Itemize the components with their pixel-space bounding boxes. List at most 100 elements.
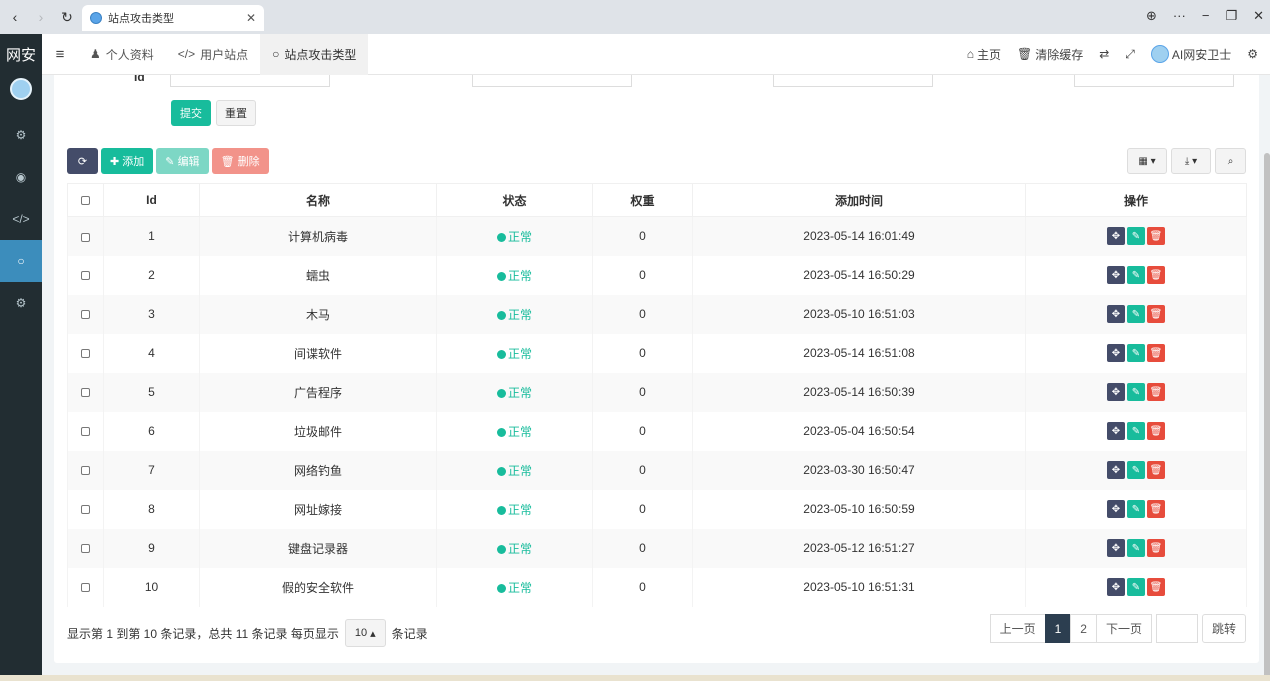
refresh-button[interactable]: ⟳ xyxy=(67,148,98,174)
clear-cache-link[interactable]: 🗑 清除缓存 xyxy=(1017,46,1083,63)
sidebar-item-sites[interactable]: </> xyxy=(0,198,42,240)
restore-icon[interactable]: ❐ xyxy=(1225,8,1237,24)
drag-button[interactable]: ✥ xyxy=(1107,500,1125,518)
row-checkbox[interactable] xyxy=(81,388,90,398)
browser-tab[interactable]: 站点攻击类型 ✕ xyxy=(82,5,264,31)
minimize-icon[interactable]: − xyxy=(1202,8,1210,24)
row-edit-button[interactable]: ✎ xyxy=(1127,344,1145,362)
row-edit-button[interactable]: ✎ xyxy=(1127,500,1145,518)
search-toggle-button[interactable]: ⌕ xyxy=(1215,148,1246,174)
close-window-icon[interactable]: ✕ xyxy=(1253,8,1264,24)
id-input[interactable] xyxy=(170,75,330,87)
table-row[interactable]: 3 木马 正常 0 2023-05-10 16:51:03 ✥ ✎ 🗑 xyxy=(67,294,1247,334)
row-delete-button[interactable]: 🗑 xyxy=(1147,422,1165,440)
home-link[interactable]: ⌂ 主页 xyxy=(967,46,1001,63)
menu-toggle-icon[interactable]: ≡ xyxy=(42,46,78,63)
prev-page-button[interactable]: 上一页 xyxy=(989,614,1046,643)
sidebar-item-profile[interactable]: ◉ xyxy=(0,156,42,198)
drag-button[interactable]: ✥ xyxy=(1107,227,1125,246)
tab-sites[interactable]: </> 用户站点 xyxy=(166,34,260,75)
translate-button[interactable]: ⇄ xyxy=(1099,47,1109,61)
row-checkbox[interactable] xyxy=(81,466,90,476)
row-checkbox[interactable] xyxy=(81,583,90,593)
edit-button[interactable]: ✎ 编辑 xyxy=(156,148,209,174)
export-button[interactable]: ⤓ ▾ xyxy=(1171,148,1211,174)
scrollbar[interactable] xyxy=(1264,153,1270,681)
row-checkbox[interactable] xyxy=(81,427,90,437)
row-edit-button[interactable]: ✎ xyxy=(1127,305,1145,323)
drag-button[interactable]: ✥ xyxy=(1107,344,1125,362)
column-header-name[interactable]: 名称 xyxy=(199,183,437,217)
column-header-status[interactable]: 状态 xyxy=(436,183,593,217)
back-icon[interactable]: ‹ xyxy=(4,6,26,28)
row-delete-button[interactable]: 🗑 xyxy=(1147,500,1165,518)
table-row[interactable]: 1 计算机病毒 正常 0 2023-05-14 16:01:49 ✥ ✎ 🗑 xyxy=(67,216,1247,256)
row-checkbox[interactable] xyxy=(81,232,90,242)
add-button[interactable]: ✚ 添加 xyxy=(101,148,154,174)
table-row[interactable]: 7 网络钓鱼 正常 0 2023-03-30 16:50:47 ✥ ✎ 🗑 xyxy=(67,450,1247,490)
table-row[interactable]: 2 蠕虫 正常 0 2023-05-14 16:50:29 ✥ ✎ 🗑 xyxy=(67,255,1247,295)
column-header-time[interactable]: 添加时间 xyxy=(692,183,1026,217)
row-delete-button[interactable]: 🗑 xyxy=(1147,539,1165,557)
page-jump-input[interactable] xyxy=(1155,614,1198,643)
drag-button[interactable]: ✥ xyxy=(1107,266,1125,284)
table-row[interactable]: 4 间谍软件 正常 0 2023-05-14 16:51:08 ✥ ✎ 🗑 xyxy=(67,333,1247,373)
drag-button[interactable]: ✥ xyxy=(1107,383,1125,401)
columns-button[interactable]: ▦ ▾ xyxy=(1127,148,1167,174)
row-edit-button[interactable]: ✎ xyxy=(1127,266,1145,284)
drag-button[interactable]: ✥ xyxy=(1107,305,1125,323)
drag-button[interactable]: ✥ xyxy=(1107,578,1125,596)
page-size-select[interactable]: 10 ▴ xyxy=(344,619,386,647)
drag-button[interactable]: ✥ xyxy=(1107,422,1125,440)
row-checkbox[interactable] xyxy=(81,310,90,320)
more-icon[interactable]: ··· xyxy=(1173,8,1186,24)
sidebar-item-attack-types[interactable]: ○ xyxy=(0,240,42,282)
table-row[interactable]: 5 广告程序 正常 0 2023-05-14 16:50:39 ✥ ✎ 🗑 xyxy=(67,372,1247,412)
tab-profile[interactable]: ♟ 个人资料 xyxy=(78,34,166,75)
delete-button[interactable]: 🗑 删除 xyxy=(211,148,269,174)
row-delete-button[interactable]: 🗑 xyxy=(1147,266,1165,284)
settings-button[interactable]: ⚙ xyxy=(1247,47,1258,61)
reset-button[interactable]: 重置 xyxy=(216,100,256,126)
forward-icon[interactable]: › xyxy=(30,6,52,28)
row-delete-button[interactable]: 🗑 xyxy=(1147,383,1165,401)
row-delete-button[interactable]: 🗑 xyxy=(1147,344,1165,362)
name-input[interactable] xyxy=(472,75,632,87)
tab-attack-types[interactable]: ○ 站点攻击类型 xyxy=(260,33,369,75)
row-delete-button[interactable]: 🗑 xyxy=(1147,227,1165,246)
table-row[interactable]: 10 假的安全软件 正常 0 2023-05-10 16:51:31 ✥ ✎ 🗑 xyxy=(67,567,1247,607)
table-row[interactable]: 8 网址嫁接 正常 0 2023-05-10 16:50:59 ✥ ✎ 🗑 xyxy=(67,489,1247,529)
row-checkbox[interactable] xyxy=(81,505,90,515)
jump-button[interactable]: 跳转 xyxy=(1201,614,1246,643)
refresh-icon[interactable]: ↻ xyxy=(56,6,78,28)
row-edit-button[interactable]: ✎ xyxy=(1127,227,1145,246)
close-icon[interactable]: ✕ xyxy=(246,11,256,25)
column-header-id[interactable]: Id xyxy=(103,183,200,217)
row-delete-button[interactable]: 🗑 xyxy=(1147,305,1165,323)
avatar[interactable] xyxy=(10,78,32,100)
column-header-weight[interactable]: 权重 xyxy=(592,183,693,217)
row-edit-button[interactable]: ✎ xyxy=(1127,578,1145,596)
drag-button[interactable]: ✥ xyxy=(1107,539,1125,557)
row-edit-button[interactable]: ✎ xyxy=(1127,383,1145,401)
row-checkbox[interactable] xyxy=(81,271,90,281)
table-row[interactable]: 6 垃圾邮件 正常 0 2023-05-04 16:50:54 ✥ ✎ 🗑 xyxy=(67,411,1247,451)
select-all-checkbox[interactable] xyxy=(81,196,90,206)
row-delete-button[interactable]: 🗑 xyxy=(1147,578,1165,596)
row-delete-button[interactable]: 🗑 xyxy=(1147,461,1165,479)
status-select[interactable] xyxy=(773,75,933,87)
row-checkbox[interactable] xyxy=(81,349,90,359)
page-button-1[interactable]: 1 xyxy=(1044,614,1072,643)
globe-icon[interactable]: ⊕ xyxy=(1146,8,1157,24)
sidebar-item-settings[interactable]: ⚙ xyxy=(0,114,42,156)
sidebar-item-config[interactable]: ⚙ xyxy=(0,282,42,324)
row-edit-button[interactable]: ✎ xyxy=(1127,422,1145,440)
row-edit-button[interactable]: ✎ xyxy=(1127,461,1145,479)
time-input[interactable] xyxy=(1074,75,1234,87)
fullscreen-button[interactable]: ⤢ xyxy=(1125,47,1135,62)
user-menu[interactable]: AI网安卫士 xyxy=(1150,45,1231,63)
table-row[interactable]: 9 键盘记录器 正常 0 2023-05-12 16:51:27 ✥ ✎ 🗑 xyxy=(67,528,1247,568)
page-button-2[interactable]: 2 xyxy=(1070,614,1097,643)
row-checkbox[interactable] xyxy=(81,544,90,554)
next-page-button[interactable]: 下一页 xyxy=(1095,614,1152,643)
